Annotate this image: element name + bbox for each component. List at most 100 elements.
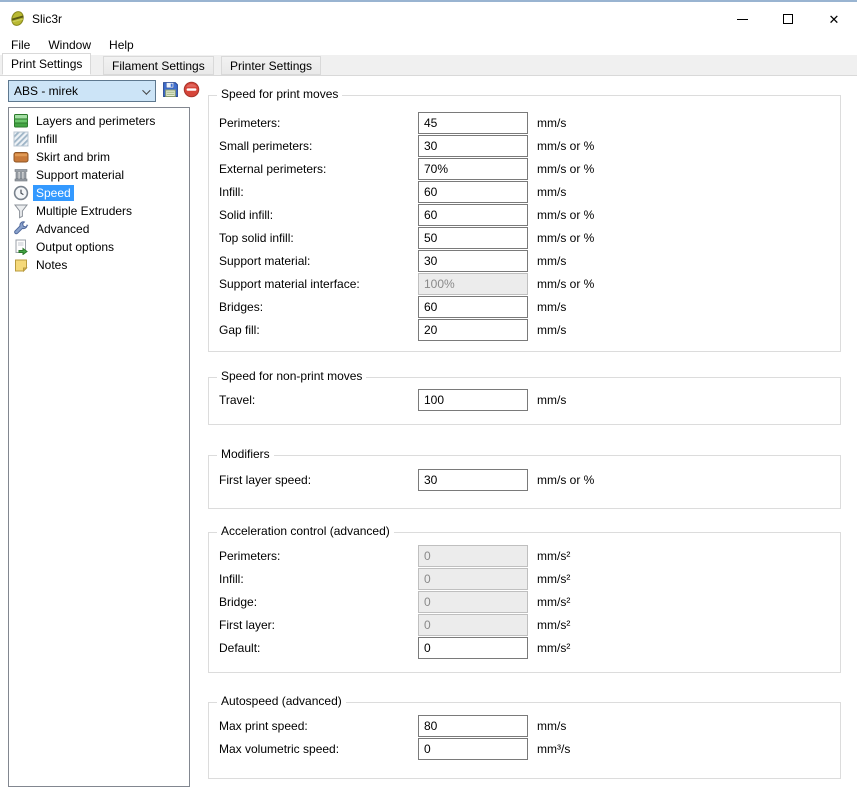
minimize-icon bbox=[737, 19, 748, 20]
field-unit: mm/s² bbox=[537, 595, 570, 609]
field-row-first-layer: First layer: mm/s² bbox=[209, 613, 840, 636]
sidebar-item-label: Multiple Extruders bbox=[33, 203, 135, 219]
sidebar-item-label: Advanced bbox=[33, 221, 92, 237]
group-title: Speed for print moves bbox=[217, 87, 342, 101]
group-acceleration-control-advanced: Acceleration control (advanced)Perimeter… bbox=[208, 532, 841, 673]
default-input[interactable] bbox=[418, 637, 528, 659]
top-solid-infill-input[interactable] bbox=[418, 227, 528, 249]
support-material-input[interactable] bbox=[418, 250, 528, 272]
solid-infill-input[interactable] bbox=[418, 204, 528, 226]
field-row-external-perimeters: External perimeters:mm/s or % bbox=[209, 157, 840, 180]
bridge-input bbox=[418, 591, 528, 613]
field-label: Support material interface: bbox=[219, 277, 418, 291]
sidebar-item-notes[interactable]: Notes bbox=[9, 256, 189, 274]
perimeters-input bbox=[418, 545, 528, 567]
menu-bar: FileWindowHelp bbox=[0, 34, 857, 55]
sidebar-item-label: Support material bbox=[33, 167, 127, 183]
save-preset-button[interactable] bbox=[161, 81, 180, 100]
close-button[interactable]: ✕ bbox=[811, 4, 857, 34]
layers-icon bbox=[13, 113, 29, 129]
perimeters-input[interactable] bbox=[418, 112, 528, 134]
first-layer-speed-input[interactable] bbox=[418, 469, 528, 491]
field-unit: mm/s² bbox=[537, 618, 570, 632]
field-label: Top solid infill: bbox=[219, 231, 418, 245]
field-unit: mm/s² bbox=[537, 572, 570, 586]
sidebar-item-advanced[interactable]: Advanced bbox=[9, 220, 189, 238]
field-row-bridge: Bridge:mm/s² bbox=[209, 590, 840, 613]
app-window: Slic3r ✕ FileWindowHelp Print SettingsFi… bbox=[0, 0, 857, 791]
field-row-infill: Infill:mm/s² bbox=[209, 567, 840, 590]
preset-dropdown-value: ABS - mirek bbox=[14, 84, 78, 98]
field-row-infill: Infill:mm/s bbox=[209, 180, 840, 203]
small-perimeters-input[interactable] bbox=[418, 135, 528, 157]
menu-item-file[interactable]: File bbox=[2, 35, 39, 55]
tab-filament-settings[interactable]: Filament Settings bbox=[103, 56, 214, 75]
window-controls: ✕ bbox=[719, 4, 857, 34]
floppy-disk-icon bbox=[162, 81, 179, 101]
field-unit: mm/s² bbox=[537, 549, 570, 563]
field-row-support-material-interface: Support material interface: mm/s or % bbox=[209, 272, 840, 295]
group-title: Acceleration control (advanced) bbox=[217, 524, 394, 538]
sidebar-item-layers-and-perimeters[interactable]: Layers and perimeters bbox=[9, 112, 189, 130]
bridges-input[interactable] bbox=[418, 296, 528, 318]
tab-printer-settings[interactable]: Printer Settings bbox=[221, 56, 321, 75]
field-unit: mm/s bbox=[537, 393, 566, 407]
sidebar-item-label: Speed bbox=[33, 185, 74, 201]
travel-input[interactable] bbox=[418, 389, 528, 411]
preset-dropdown[interactable]: ABS - mirek bbox=[8, 80, 156, 102]
group-title: Speed for non-print moves bbox=[217, 369, 366, 383]
infill-input[interactable] bbox=[418, 181, 528, 203]
field-unit: mm/s bbox=[537, 300, 566, 314]
field-unit: mm/s or % bbox=[537, 208, 594, 222]
maximize-button[interactable] bbox=[765, 4, 811, 34]
close-icon: ✕ bbox=[829, 13, 840, 26]
speed-clock-icon bbox=[13, 185, 29, 201]
sidebar-item-output-options[interactable]: Output options bbox=[9, 238, 189, 256]
sidebar-item-skirt-and-brim[interactable]: Skirt and brim bbox=[9, 148, 189, 166]
group-title: Autospeed (advanced) bbox=[217, 694, 346, 708]
infill-input bbox=[418, 568, 528, 590]
field-row-travel: Travel: mm/s bbox=[209, 388, 840, 411]
max-volumetric-speed-input[interactable] bbox=[418, 738, 528, 760]
sidebar-item-label: Skirt and brim bbox=[33, 149, 113, 165]
field-row-perimeters: Perimeters:mm/s² bbox=[209, 544, 840, 567]
field-row-bridges: Bridges: mm/s bbox=[209, 295, 840, 318]
field-unit: mm/s bbox=[537, 185, 566, 199]
field-unit: mm/s bbox=[537, 116, 566, 130]
group-rows: Max print speed:mm/sMax volumetric speed… bbox=[209, 703, 840, 760]
group-title: Modifiers bbox=[217, 447, 274, 461]
field-unit: mm/s bbox=[537, 323, 566, 337]
sidebar-item-speed[interactable]: Speed bbox=[9, 184, 189, 202]
max-print-speed-input[interactable] bbox=[418, 715, 528, 737]
field-unit: mm/s or % bbox=[537, 231, 594, 245]
field-row-small-perimeters: Small perimeters:mm/s or % bbox=[209, 134, 840, 157]
field-unit: mm/s² bbox=[537, 641, 570, 655]
field-label: First layer: bbox=[219, 618, 418, 632]
infill-icon bbox=[13, 131, 29, 147]
notes-icon bbox=[13, 257, 29, 273]
field-label: First layer speed: bbox=[219, 473, 418, 487]
field-label: Travel: bbox=[219, 393, 418, 407]
wrench-icon bbox=[13, 221, 29, 237]
output-page-icon bbox=[13, 239, 29, 255]
tab-print-settings[interactable]: Print Settings bbox=[2, 53, 91, 75]
print-settings-page: ABS - mirek Layers and perimetersInfillS… bbox=[0, 77, 857, 791]
tab-label: Printer Settings bbox=[230, 59, 312, 73]
delete-preset-button[interactable] bbox=[182, 81, 201, 100]
external-perimeters-input[interactable] bbox=[418, 158, 528, 180]
field-unit: mm/s or % bbox=[537, 139, 594, 153]
title-bar: Slic3r ✕ bbox=[0, 4, 857, 34]
field-unit: mm/s or % bbox=[537, 277, 594, 291]
sidebar-item-support-material[interactable]: Support material bbox=[9, 166, 189, 184]
menu-item-window[interactable]: Window bbox=[39, 35, 100, 55]
sidebar-item-label: Notes bbox=[33, 257, 70, 273]
minimize-button[interactable] bbox=[719, 4, 765, 34]
tab-bar: Print Settings Filament Settings Printer S… bbox=[0, 55, 857, 76]
gap-fill-input[interactable] bbox=[418, 319, 528, 341]
sidebar-item-infill[interactable]: Infill bbox=[9, 130, 189, 148]
slic3r-logo-icon bbox=[9, 10, 26, 27]
field-row-max-print-speed: Max print speed:mm/s bbox=[209, 714, 840, 737]
sidebar-item-multiple-extruders[interactable]: Multiple Extruders bbox=[9, 202, 189, 220]
menu-item-help[interactable]: Help bbox=[100, 35, 143, 55]
field-label: Bridges: bbox=[219, 300, 418, 314]
